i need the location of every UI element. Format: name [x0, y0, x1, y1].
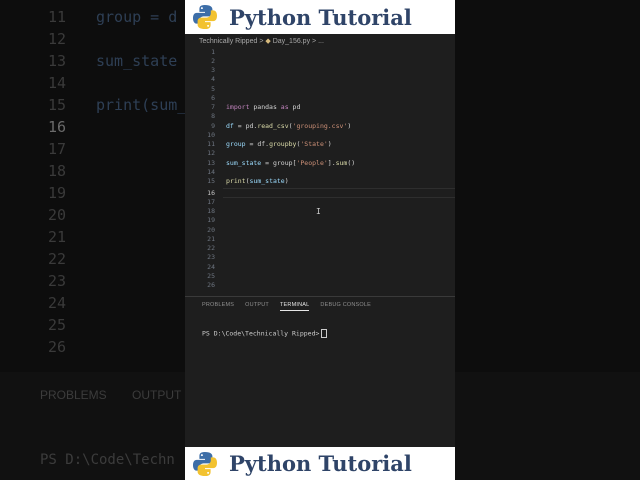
breadcrumb-separator: > — [312, 38, 317, 45]
terminal-input[interactable]: PS D:\Code\Technically Ripped> — [202, 329, 328, 338]
top-banner: Python Tutorial — [185, 0, 455, 34]
bg-tab-problems: PROBLEMS — [40, 388, 107, 402]
current-line-highlight — [223, 188, 455, 198]
breadcrumb-folder[interactable]: Technically Ripped — [199, 38, 257, 45]
bg-line: 26 — [47, 338, 66, 356]
breadcrumb-more[interactable]: ... — [318, 38, 324, 45]
line-number: 4 — [211, 75, 215, 83]
bg-line: 25 — [47, 316, 66, 334]
line-number: 11 — [207, 140, 215, 148]
line-number: 9 — [211, 122, 215, 130]
line-number: 18 — [207, 207, 215, 215]
code-line-import: import pandas as pd — [226, 103, 301, 111]
text-cursor-icon: I — [316, 207, 321, 216]
terminal-prompt: PS D:\Code\Technically Ripped> — [202, 329, 320, 338]
bg-line: 24 — [47, 294, 66, 312]
bg-line: 11 group = d — [47, 8, 178, 26]
line-number: 15 — [207, 177, 215, 185]
breadcrumb: Technically Ripped > ◆ Day_156.py > ... — [199, 37, 324, 45]
line-number: 14 — [207, 168, 215, 176]
bg-line: 17 — [47, 140, 66, 158]
bg-line: 23 — [47, 272, 66, 290]
bg-terminal-prompt: PS D:\Code\Techn — [40, 452, 175, 468]
line-number: 25 — [207, 272, 215, 280]
line-number: 22 — [207, 244, 215, 252]
tab-output[interactable]: OUTPUT — [245, 302, 269, 311]
video-column: Python Tutorial Technically Ripped > ◆ D… — [185, 0, 455, 480]
breadcrumb-separator: > — [259, 38, 264, 45]
bg-line: 20 — [47, 206, 66, 224]
python-logo-icon — [193, 451, 217, 476]
line-number: 24 — [207, 263, 215, 271]
line-number: 17 — [207, 198, 215, 206]
line-number: 5 — [211, 85, 215, 93]
line-number: 26 — [207, 281, 215, 289]
line-number: 19 — [207, 216, 215, 224]
panel-tabs: PROBLEMS OUTPUT TERMINAL DEBUG CONSOLE — [202, 302, 371, 311]
code-line-read-csv: df = pd.read_csv('grouping.csv') — [226, 122, 352, 130]
python-logo-icon — [193, 5, 217, 29]
tab-terminal[interactable]: TERMINAL — [279, 302, 310, 311]
line-number: 7 — [211, 103, 215, 111]
line-number-active: 16 — [207, 189, 215, 197]
tab-problems[interactable]: PROBLEMS — [202, 302, 234, 311]
bg-line: 16 — [47, 118, 66, 136]
terminal-cursor-icon — [321, 329, 328, 338]
code-line-groupby: group = df.groupby('State') — [226, 140, 332, 148]
bg-line: 14 — [47, 74, 66, 92]
line-number: 2 — [211, 57, 215, 65]
line-number: 1 — [211, 48, 215, 56]
banner-title: Python Tutorial — [229, 4, 412, 30]
line-number: 6 — [211, 94, 215, 102]
bg-line: 15 print(sum_ — [47, 96, 187, 114]
bg-line: 12 — [47, 30, 66, 48]
bg-line: 13 sum_state — [47, 52, 178, 70]
bottom-panel: PROBLEMS OUTPUT TERMINAL DEBUG CONSOLE P… — [185, 296, 455, 448]
code-line-print: print(sum_state) — [226, 177, 289, 185]
bg-tab-output: OUTPUT — [132, 388, 182, 402]
line-number: 13 — [207, 159, 215, 167]
bottom-banner: Python Tutorial — [185, 447, 455, 480]
line-number: 20 — [207, 226, 215, 234]
line-number: 21 — [207, 235, 215, 243]
code-editor[interactable]: 1 2 3 4 5 6 7 8 9 10 11 12 13 14 15 16 1… — [185, 46, 455, 296]
tab-debug-console[interactable]: DEBUG CONSOLE — [320, 302, 371, 311]
line-number: 8 — [211, 112, 215, 120]
breadcrumb-file[interactable]: Day_156.py — [273, 38, 310, 45]
bg-line: 18 — [47, 162, 66, 180]
bg-line: 22 — [47, 250, 66, 268]
python-file-icon: ◆ — [265, 38, 271, 45]
line-number: 10 — [207, 131, 215, 139]
bg-line: 19 — [47, 184, 66, 202]
line-number: 3 — [211, 66, 215, 74]
line-number: 12 — [207, 149, 215, 157]
banner-title: Python Tutorial — [229, 451, 412, 476]
line-number: 23 — [207, 253, 215, 261]
bg-line: 21 — [47, 228, 66, 246]
code-line-sum: sum_state = group['People'].sum() — [226, 159, 356, 167]
